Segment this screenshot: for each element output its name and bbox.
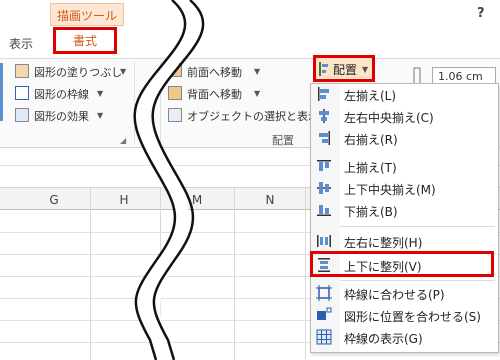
view-gridlines-icon xyxy=(316,329,332,345)
menu-item-label[interactable]: 枠線に合わせる(P) xyxy=(344,286,445,303)
menu-item-label[interactable]: 右揃え(R) xyxy=(344,131,398,148)
menu-item-label[interactable]: 下揃え(B) xyxy=(344,203,398,220)
menu-item-label[interactable]: 図形に位置を合わせる(S) xyxy=(344,308,481,325)
align-center-icon xyxy=(319,109,329,123)
menu-item-align-bottom[interactable] xyxy=(311,200,498,222)
align-top-icon xyxy=(317,160,331,171)
menu-separator xyxy=(340,280,495,281)
align-bottom-icon xyxy=(317,205,331,216)
menu-separator xyxy=(340,226,495,227)
menu-item-align-right[interactable] xyxy=(311,128,498,150)
align-middle-icon xyxy=(317,182,331,194)
menu-item-label[interactable]: 左右中央揃え(C) xyxy=(344,109,434,126)
distribute-horizontal-icon xyxy=(317,235,331,247)
menu-item-align-left[interactable] xyxy=(311,84,498,106)
snap-to-grid-icon xyxy=(316,285,332,301)
align-left-icon xyxy=(318,87,329,101)
menu-item-label[interactable]: 枠線の表示(G) xyxy=(344,330,423,347)
align-right-icon xyxy=(319,131,330,145)
menu-item-label[interactable]: 左揃え(L) xyxy=(344,87,396,104)
menu-item-label[interactable]: 上揃え(T) xyxy=(344,159,397,176)
menu-item-label[interactable]: 上下中央揃え(M) xyxy=(344,181,436,198)
highlight-box xyxy=(310,251,494,277)
snap-to-shape-icon xyxy=(317,307,332,320)
menu-item-label[interactable]: 左右に整列(H) xyxy=(344,234,422,251)
menu-item-align-top[interactable] xyxy=(311,156,498,178)
